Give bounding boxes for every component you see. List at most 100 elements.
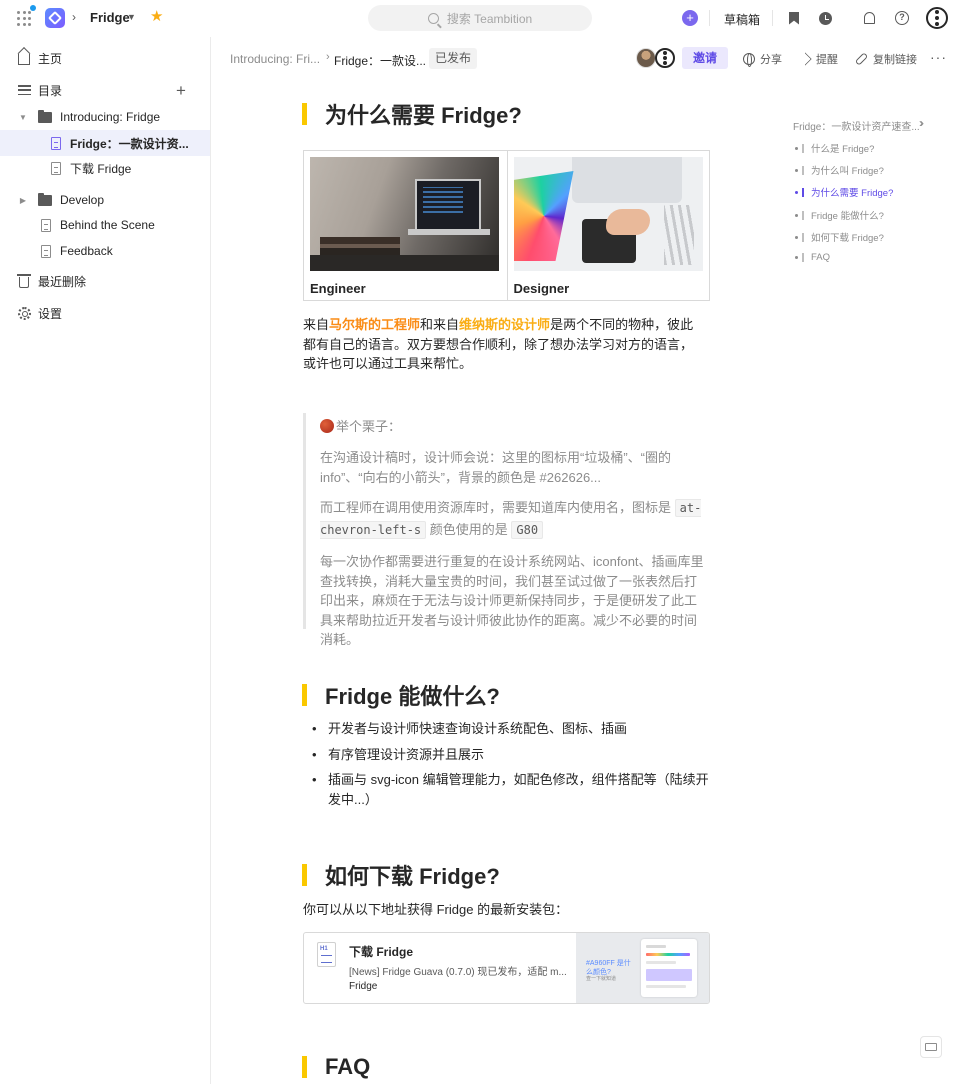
list-item: 有序管理设计资源并且展示 (308, 745, 712, 765)
text: 而工程师在调用使用资源库时，需要知道库内使用名，图标是 (320, 500, 672, 515)
text: 和来自 (420, 317, 460, 332)
toc-item-label: FAQ (811, 252, 831, 263)
share-label: 分享 (760, 54, 782, 66)
star-icon[interactable]: ★ (150, 9, 163, 24)
list-item: 插画与 svg-icon 编辑管理能力，如配色修改，组件搭配等（陆续开发中...… (308, 770, 712, 809)
sidebar-item-behind-the-scene[interactable]: Behind the Scene (0, 212, 210, 238)
blockquote: 举个栗子： 在沟通设计稿时，设计师会说：这里的图标用“垃圾桶”、“圈的 info… (303, 413, 708, 647)
heading-download: 如何下载 Fridge? (302, 859, 500, 891)
chevron-right-icon: › (72, 10, 76, 24)
link-thumbnail: #A960FF 是什么颜色? 查一下就知道 (576, 933, 709, 1003)
heading-bar (302, 684, 307, 706)
bookmark-icon[interactable] (786, 10, 802, 26)
thumbnail-window (641, 939, 697, 997)
quote-paragraph: 在沟通设计稿时，设计师会说：这里的图标用“垃圾桶”、“圈的 info”、“向右的… (320, 450, 671, 485)
gear-icon (17, 306, 31, 320)
document-icon (39, 244, 53, 258)
help-icon[interactable]: ? (894, 10, 910, 26)
collaborator-avatar[interactable] (636, 48, 656, 68)
toc-item[interactable]: 如何下载 Fridge? (795, 230, 884, 244)
venus-highlight: 维纳斯的设计师 (459, 317, 551, 332)
add-page-icon[interactable]: + (176, 82, 186, 99)
list-icon (17, 83, 31, 97)
breadcrumb-parent[interactable]: Introducing: Fri... (230, 52, 320, 66)
download-paragraph: 你可以从以下地址获得 Fridge 的最新安装包： (303, 902, 569, 917)
heading-bar (302, 103, 307, 125)
divider (709, 10, 710, 26)
sidebar-item-develop[interactable]: ▶ Develop (0, 187, 210, 213)
heading-bar (302, 864, 307, 886)
toc-item-active[interactable]: 为什么需要 Fridge? (795, 185, 893, 199)
document-heading-icon (317, 942, 336, 967)
text: 颜色使用的是 (429, 522, 508, 537)
heading-why: 为什么需要 Fridge? (302, 98, 522, 130)
heading-text: FAQ (325, 1054, 371, 1079)
toc-item[interactable]: Fridge 能做什么? (795, 208, 884, 222)
sidebar-item-introducing[interactable]: ▼ Introducing: Fridge (0, 104, 210, 130)
sidebar-item-fridge-doc[interactable]: Fridge：一款设计资... (0, 130, 210, 156)
sidebar-item-feedback[interactable]: Feedback (0, 238, 210, 264)
toc-item[interactable]: 什么是 Fridge? (795, 141, 874, 155)
sidebar-item-label: 主页 (38, 51, 63, 66)
caret-down-icon[interactable]: ▼ (127, 12, 136, 22)
keyboard-shortcuts-icon[interactable] (920, 1036, 942, 1058)
engineer-photo[interactable] (310, 157, 499, 271)
heading-bar (302, 1056, 307, 1078)
breadcrumb-current[interactable]: Fridge：一款设... (334, 52, 426, 69)
copy-link-label: 复制链接 (873, 54, 917, 66)
drafts-button[interactable]: 草稿箱 (724, 11, 760, 28)
sidebar-item-trash[interactable]: 最近删除 (0, 268, 210, 294)
toc-item[interactable]: 为什么叫 Fridge? (795, 163, 884, 177)
remind-button[interactable]: 提醒 (799, 51, 838, 67)
image-caption: Designer (513, 281, 570, 296)
bell-icon[interactable] (861, 10, 877, 26)
chevron-right-icon: › (326, 51, 330, 63)
app-logo-icon[interactable] (45, 8, 65, 28)
toc-item[interactable]: FAQ (795, 252, 830, 263)
sidebar-item-label: Develop (60, 193, 105, 207)
user-avatar[interactable] (926, 7, 948, 29)
heading-what: Fridge 能做什么? (302, 679, 500, 711)
invite-button[interactable]: 邀请 (682, 47, 728, 69)
copy-link-button[interactable]: 复制链接 (854, 51, 917, 67)
designer-photo[interactable] (513, 157, 703, 271)
project-name[interactable]: Fridge (90, 10, 130, 25)
add-icon[interactable]: + (682, 10, 698, 26)
toc-item-label: 如何下载 Fridge? (811, 233, 884, 244)
toc-title[interactable]: Fridge：一款设计资产速查... (793, 118, 920, 133)
sidebar-item-label: Feedback (60, 244, 113, 258)
mars-highlight: 马尔斯的工程师 (329, 317, 421, 332)
heading-faq: FAQ (302, 1054, 370, 1080)
quote-title: 举个栗子： (320, 417, 708, 437)
clock-icon[interactable] (817, 10, 833, 26)
image-caption: Engineer (310, 281, 366, 296)
top-bar: › Fridge ▼ ★ 搜索 Teambition + 草稿箱 ? (0, 0, 960, 37)
share-button[interactable]: 分享 (743, 51, 782, 67)
sidebar-item-label: 目录 (38, 83, 63, 98)
expand-right-icon[interactable]: ▶ (16, 193, 30, 207)
sidebar-item-label: Behind the Scene (60, 218, 155, 232)
sidebar-item-settings[interactable]: 设置 (0, 300, 210, 326)
search-input[interactable]: 搜索 Teambition (368, 5, 592, 31)
toc-item-label: 为什么叫 Fridge? (811, 166, 884, 177)
notification-dot (30, 5, 36, 11)
collapse-toc-icon[interactable]: ›› (919, 116, 924, 130)
toc-item-label: 为什么需要 Fridge? (811, 188, 894, 199)
expand-down-icon[interactable]: ▼ (16, 110, 30, 124)
trash-icon (17, 274, 31, 288)
more-options-icon[interactable]: ··· (930, 49, 947, 65)
quote-paragraph: 而工程师在调用使用资源库时，需要知道库内使用名，图标是 at-chevron-l… (320, 497, 708, 541)
link-preview-card[interactable]: 下载 Fridge [News] Fridge Guava (0.7.0) 现已… (303, 932, 710, 1004)
link-title: 下载 Fridge (349, 945, 414, 959)
inline-code: G80 (511, 521, 544, 539)
sidebar-item-download[interactable]: 下载 Fridge (0, 155, 210, 181)
table-cell: Designer (506, 151, 710, 300)
sidebar-item-home[interactable]: 主页 (0, 45, 210, 71)
heading-text: 为什么需要 Fridge? (325, 103, 522, 128)
apps-grid-icon[interactable] (17, 11, 33, 27)
heading-text: 如何下载 Fridge? (325, 864, 500, 889)
collaborator-avatar[interactable] (655, 48, 675, 68)
divider (772, 10, 773, 26)
sidebar-item-label: Introducing: Fridge (60, 110, 161, 124)
document-icon (49, 161, 63, 175)
